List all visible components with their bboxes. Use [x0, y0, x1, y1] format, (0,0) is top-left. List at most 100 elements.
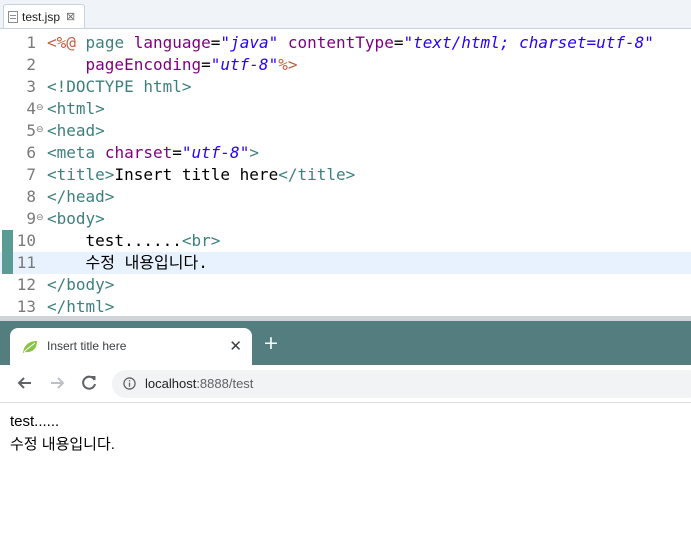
leaf-icon: [23, 341, 37, 353]
code-token-tag: </body>: [47, 275, 115, 294]
line-number: 11: [16, 253, 36, 272]
code-token-tag: <body>: [47, 209, 105, 228]
back-arrow-icon[interactable]: [15, 373, 35, 393]
line-number: 6: [26, 143, 36, 162]
browser-tab-title: Insert title here: [47, 339, 127, 353]
page-text-line-2: 수정 내용입니다.: [10, 436, 115, 453]
code-token-tag: </head>: [47, 187, 115, 206]
close-icon[interactable]: ⊠: [66, 10, 75, 23]
address-bar[interactable]: localhost:8888/test: [112, 370, 691, 398]
page-text-line-1: test......: [10, 413, 60, 430]
code-token-tag: <br>: [181, 231, 221, 250]
code-text: 수정 내용입니다.: [47, 252, 208, 274]
line-number: 13: [16, 297, 36, 316]
code-token-tag: <meta: [47, 143, 96, 162]
code-line[interactable]: 1 <%@ page language="java" contentType="t…: [0, 32, 691, 54]
url-host: localhost: [145, 376, 197, 391]
code-token-dir: %>: [278, 55, 298, 74]
code-token-dir: <%@: [47, 33, 76, 52]
code-text: </body>: [47, 274, 114, 296]
code-text: <html>: [47, 98, 105, 120]
code-text: pageEncoding="utf-8"%>: [47, 54, 298, 76]
code-token-txt: test......: [47, 231, 182, 250]
code-token-tag: </title>: [278, 165, 356, 184]
code-token-tag: <!DOCTYPE html>: [47, 77, 192, 96]
code-token-val: "text/html; charset=utf-8": [403, 33, 654, 52]
code-token-val: "java": [220, 33, 279, 52]
code-line[interactable]: 7 <title>Insert title here</title>: [0, 164, 691, 186]
page-viewport: test...... 수정 내용입니다.: [0, 403, 691, 560]
url-path: :8888/test: [196, 376, 254, 391]
editor-tab-bar: test.jsp ⊠: [0, 0, 691, 29]
close-icon[interactable]: ✕: [229, 337, 242, 355]
code-token-tag: page: [85, 33, 125, 52]
fold-collapse-icon[interactable]: ⊖: [36, 214, 44, 223]
code-token-txt: =: [210, 33, 221, 52]
code-text: <!DOCTYPE html>: [47, 76, 192, 98]
code-token-txt: =: [172, 143, 182, 162]
browser-toolbar: localhost:8888/test: [0, 365, 691, 403]
code-text: <%@ page language="java" contentType="te…: [47, 32, 654, 54]
code-line[interactable]: 8 </head>: [0, 186, 691, 208]
code-line[interactable]: 4 ⊖ <html>: [0, 98, 691, 120]
code-token-attr: charset: [104, 143, 173, 162]
line-number: 1: [26, 33, 36, 52]
code-text: </head>: [47, 186, 114, 208]
code-text: <title>Insert title here</title>: [47, 164, 355, 186]
code-token-val: "utf-8": [181, 143, 250, 162]
code-token-txt: =: [201, 55, 211, 74]
code-line[interactable]: 11 수정 내용입니다.: [0, 252, 691, 274]
code-line[interactable]: 9 ⊖ <body>: [0, 208, 691, 230]
line-number: 12: [16, 275, 36, 294]
line-number: 2: [26, 55, 36, 74]
new-tab-button[interactable]: +: [263, 334, 279, 353]
code-line[interactable]: 3 <!DOCTYPE html>: [0, 76, 691, 98]
code-text: test......<br>: [47, 230, 221, 252]
code-line[interactable]: 10 test......<br>: [0, 230, 691, 252]
line-number: 7: [26, 165, 36, 184]
fold-collapse-icon[interactable]: ⊖: [36, 126, 44, 135]
code-token-txt: 수정 내용입니다.: [47, 253, 208, 272]
browser-tab-strip: Insert title here ✕ +: [0, 321, 691, 365]
line-number: 3: [26, 77, 36, 96]
code-token-tag: <title>: [47, 165, 115, 184]
code-token-tag: >: [249, 143, 259, 162]
code-line[interactable]: 5 ⊖ <head>: [0, 120, 691, 142]
code-area[interactable]: 1 <%@ page language="java" contentType="t…: [0, 32, 691, 316]
fold-collapse-icon[interactable]: ⊖: [36, 104, 44, 113]
jsp-file-icon: [8, 10, 18, 23]
quick-diff-marker: [2, 252, 13, 274]
quick-diff-marker: [2, 230, 13, 252]
line-number: 8: [26, 187, 36, 206]
line-number: 5: [26, 121, 36, 140]
code-line[interactable]: 13 </html>: [0, 296, 691, 316]
code-token-tag: <html>: [47, 99, 105, 118]
code-editor[interactable]: test.jsp ⊠ 1 <%@ page language="java" con…: [0, 0, 691, 316]
editor-tab-test-jsp[interactable]: test.jsp ⊠: [3, 4, 85, 28]
code-line[interactable]: 12 </body>: [0, 274, 691, 296]
browser-tab[interactable]: Insert title here ✕: [10, 328, 252, 365]
line-number: 10: [16, 231, 36, 250]
line-number: 9: [26, 209, 36, 228]
code-text: <meta charset="utf-8">: [47, 142, 259, 164]
code-text: <head>: [47, 120, 105, 142]
code-token-tag: </html>: [47, 297, 115, 316]
code-line[interactable]: 6 <meta charset="utf-8">: [0, 142, 691, 164]
address-url[interactable]: localhost:8888/test: [145, 376, 253, 391]
code-line[interactable]: 2 pageEncoding="utf-8"%>: [0, 54, 691, 76]
code-token-val: "utf-8": [210, 55, 279, 74]
code-token-tag: <head>: [47, 121, 105, 140]
code-text: <body>: [47, 208, 105, 230]
code-text: </html>: [47, 296, 114, 316]
reload-icon[interactable]: [79, 373, 99, 393]
forward-arrow-icon[interactable]: [47, 373, 67, 393]
code-token-attr: language: [133, 33, 211, 52]
browser-window: Insert title here ✕ + localhost:8888/tes…: [0, 321, 691, 560]
code-token-attr: pageEncoding: [85, 55, 202, 74]
info-icon[interactable]: [123, 377, 136, 390]
